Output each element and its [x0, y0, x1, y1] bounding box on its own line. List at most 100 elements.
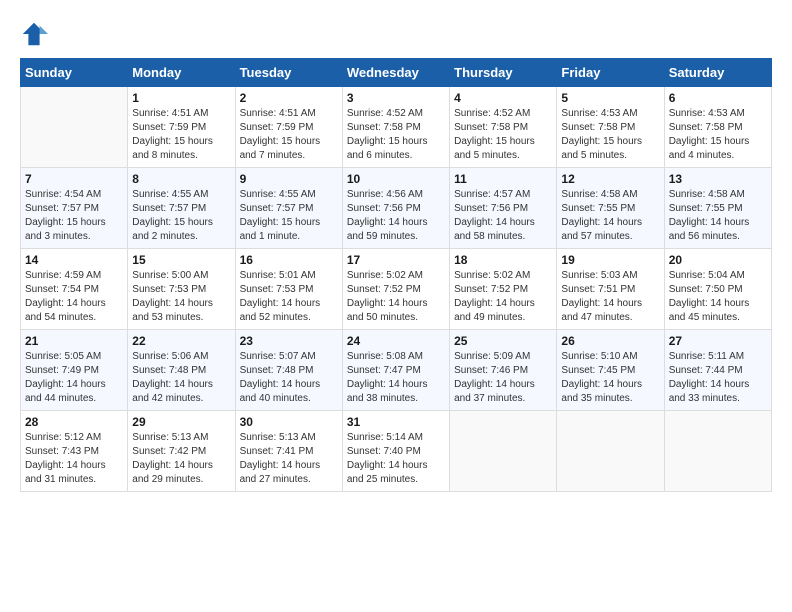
- weekday-header-wednesday: Wednesday: [342, 59, 449, 87]
- calendar-cell: 11Sunrise: 4:57 AMSunset: 7:56 PMDayligh…: [450, 168, 557, 249]
- day-number: 22: [132, 334, 230, 348]
- day-sun-info: Sunrise: 5:00 AMSunset: 7:53 PMDaylight:…: [132, 269, 230, 325]
- day-number: 1: [132, 91, 230, 105]
- calendar-cell: [21, 87, 128, 168]
- day-sun-info: Sunrise: 5:11 AMSunset: 7:44 PMDaylight:…: [669, 350, 767, 406]
- day-sun-info: Sunrise: 5:08 AMSunset: 7:47 PMDaylight:…: [347, 350, 445, 406]
- day-number: 17: [347, 253, 445, 267]
- day-sun-info: Sunrise: 5:07 AMSunset: 7:48 PMDaylight:…: [240, 350, 338, 406]
- calendar-cell: 27Sunrise: 5:11 AMSunset: 7:44 PMDayligh…: [664, 330, 771, 411]
- calendar-cell: 29 Sunrise: 5:13 AMSunset: 7:42 PMDayligh…: [128, 411, 235, 492]
- day-sun-info: Sunrise: 5:12 AMSunset: 7:43 PMDaylight:…: [25, 431, 123, 487]
- calendar-cell: 10Sunrise: 4:56 AMSunset: 7:56 PMDayligh…: [342, 168, 449, 249]
- day-sun-info: Sunrise: 4:55 AMSunset: 7:57 PMDaylight:…: [132, 188, 230, 244]
- day-sun-info: Sunrise: 4:55 AMSunset: 7:57 PMDaylight:…: [240, 188, 338, 244]
- calendar-cell: 6 Sunrise: 4:53 AMSunset: 7:58 PMDaylight…: [664, 87, 771, 168]
- calendar-cell: 31 Sunrise: 5:14 AMSunset: 7:40 PMDayligh…: [342, 411, 449, 492]
- weekday-header-row: SundayMondayTuesdayWednesdayThursdayFrid…: [21, 59, 772, 87]
- day-number: 28: [25, 415, 123, 429]
- calendar-week-row: 14Sunrise: 4:59 AMSunset: 7:54 PMDayligh…: [21, 249, 772, 330]
- calendar-cell: 9 Sunrise: 4:55 AMSunset: 7:57 PMDaylight…: [235, 168, 342, 249]
- day-sun-info: Sunrise: 5:14 AMSunset: 7:40 PMDaylight:…: [347, 431, 445, 487]
- calendar-cell: 23 Sunrise: 5:07 AMSunset: 7:48 PMDayligh…: [235, 330, 342, 411]
- day-sun-info: Sunrise: 4:52 AMSunset: 7:58 PMDaylight:…: [454, 107, 552, 163]
- day-number: 31: [347, 415, 445, 429]
- calendar-cell: [664, 411, 771, 492]
- day-sun-info: Sunrise: 5:01 AMSunset: 7:53 PMDaylight:…: [240, 269, 338, 325]
- day-number: 15: [132, 253, 230, 267]
- day-sun-info: Sunrise: 4:52 AMSunset: 7:58 PMDaylight:…: [347, 107, 445, 163]
- day-sun-info: Sunrise: 5:02 AMSunset: 7:52 PMDaylight:…: [454, 269, 552, 325]
- day-sun-info: Sunrise: 4:58 AMSunset: 7:55 PMDaylight:…: [669, 188, 767, 244]
- calendar-cell: 14Sunrise: 4:59 AMSunset: 7:54 PMDayligh…: [21, 249, 128, 330]
- logo: [20, 20, 52, 48]
- weekday-header-monday: Monday: [128, 59, 235, 87]
- day-number: 26: [561, 334, 659, 348]
- calendar-week-row: 28 Sunrise: 5:12 AMSunset: 7:43 PMDayligh…: [21, 411, 772, 492]
- calendar-cell: 26 Sunrise: 5:10 AMSunset: 7:45 PMDayligh…: [557, 330, 664, 411]
- day-number: 19: [561, 253, 659, 267]
- day-sun-info: Sunrise: 4:57 AMSunset: 7:56 PMDaylight:…: [454, 188, 552, 244]
- day-number: 12: [561, 172, 659, 186]
- weekday-header-tuesday: Tuesday: [235, 59, 342, 87]
- calendar-cell: 7Sunrise: 4:54 AMSunset: 7:57 PMDaylight…: [21, 168, 128, 249]
- calendar-cell: [557, 411, 664, 492]
- day-number: 16: [240, 253, 338, 267]
- page-header: [20, 20, 772, 48]
- calendar-cell: 16 Sunrise: 5:01 AMSunset: 7:53 PMDayligh…: [235, 249, 342, 330]
- calendar-week-row: 7Sunrise: 4:54 AMSunset: 7:57 PMDaylight…: [21, 168, 772, 249]
- weekday-header-sunday: Sunday: [21, 59, 128, 87]
- day-sun-info: Sunrise: 4:53 AMSunset: 7:58 PMDaylight:…: [561, 107, 659, 163]
- day-sun-info: Sunrise: 4:58 AMSunset: 7:55 PMDaylight:…: [561, 188, 659, 244]
- calendar-cell: 25 Sunrise: 5:09 AMSunset: 7:46 PMDayligh…: [450, 330, 557, 411]
- calendar-cell: 18Sunrise: 5:02 AMSunset: 7:52 PMDayligh…: [450, 249, 557, 330]
- calendar-cell: 19 Sunrise: 5:03 AMSunset: 7:51 PMDayligh…: [557, 249, 664, 330]
- calendar-week-row: 1 Sunrise: 4:51 AMSunset: 7:59 PMDaylight…: [21, 87, 772, 168]
- day-sun-info: Sunrise: 5:02 AMSunset: 7:52 PMDaylight:…: [347, 269, 445, 325]
- calendar-week-row: 21Sunrise: 5:05 AMSunset: 7:49 PMDayligh…: [21, 330, 772, 411]
- day-number: 24: [347, 334, 445, 348]
- calendar-cell: 4Sunrise: 4:52 AMSunset: 7:58 PMDaylight…: [450, 87, 557, 168]
- day-number: 21: [25, 334, 123, 348]
- day-sun-info: Sunrise: 5:06 AMSunset: 7:48 PMDaylight:…: [132, 350, 230, 406]
- day-number: 23: [240, 334, 338, 348]
- day-sun-info: Sunrise: 5:13 AMSunset: 7:41 PMDaylight:…: [240, 431, 338, 487]
- day-sun-info: Sunrise: 4:53 AMSunset: 7:58 PMDaylight:…: [669, 107, 767, 163]
- day-number: 5: [561, 91, 659, 105]
- day-number: 2: [240, 91, 338, 105]
- weekday-header-friday: Friday: [557, 59, 664, 87]
- calendar-cell: 28 Sunrise: 5:12 AMSunset: 7:43 PMDayligh…: [21, 411, 128, 492]
- day-number: 8: [132, 172, 230, 186]
- day-number: 29: [132, 415, 230, 429]
- logo-icon: [20, 20, 48, 48]
- calendar-cell: 8 Sunrise: 4:55 AMSunset: 7:57 PMDaylight…: [128, 168, 235, 249]
- weekday-header-thursday: Thursday: [450, 59, 557, 87]
- day-number: 6: [669, 91, 767, 105]
- calendar-cell: 12 Sunrise: 4:58 AMSunset: 7:55 PMDayligh…: [557, 168, 664, 249]
- calendar-cell: 5 Sunrise: 4:53 AMSunset: 7:58 PMDaylight…: [557, 87, 664, 168]
- day-sun-info: Sunrise: 5:03 AMSunset: 7:51 PMDaylight:…: [561, 269, 659, 325]
- day-number: 30: [240, 415, 338, 429]
- day-sun-info: Sunrise: 5:13 AMSunset: 7:42 PMDaylight:…: [132, 431, 230, 487]
- day-sun-info: Sunrise: 5:10 AMSunset: 7:45 PMDaylight:…: [561, 350, 659, 406]
- day-number: 20: [669, 253, 767, 267]
- calendar-cell: [450, 411, 557, 492]
- calendar-table: SundayMondayTuesdayWednesdayThursdayFrid…: [20, 58, 772, 492]
- day-number: 10: [347, 172, 445, 186]
- day-sun-info: Sunrise: 5:09 AMSunset: 7:46 PMDaylight:…: [454, 350, 552, 406]
- calendar-cell: 15 Sunrise: 5:00 AMSunset: 7:53 PMDayligh…: [128, 249, 235, 330]
- day-number: 13: [669, 172, 767, 186]
- day-sun-info: Sunrise: 5:04 AMSunset: 7:50 PMDaylight:…: [669, 269, 767, 325]
- day-sun-info: Sunrise: 4:59 AMSunset: 7:54 PMDaylight:…: [25, 269, 123, 325]
- day-number: 9: [240, 172, 338, 186]
- calendar-cell: 22 Sunrise: 5:06 AMSunset: 7:48 PMDayligh…: [128, 330, 235, 411]
- day-number: 25: [454, 334, 552, 348]
- calendar-cell: 13 Sunrise: 4:58 AMSunset: 7:55 PMDayligh…: [664, 168, 771, 249]
- calendar-cell: 1 Sunrise: 4:51 AMSunset: 7:59 PMDaylight…: [128, 87, 235, 168]
- calendar-cell: 24 Sunrise: 5:08 AMSunset: 7:47 PMDayligh…: [342, 330, 449, 411]
- day-sun-info: Sunrise: 4:51 AMSunset: 7:59 PMDaylight:…: [132, 107, 230, 163]
- calendar-cell: 20 Sunrise: 5:04 AMSunset: 7:50 PMDayligh…: [664, 249, 771, 330]
- calendar-cell: 21Sunrise: 5:05 AMSunset: 7:49 PMDayligh…: [21, 330, 128, 411]
- day-number: 3: [347, 91, 445, 105]
- calendar-cell: 3 Sunrise: 4:52 AMSunset: 7:58 PMDaylight…: [342, 87, 449, 168]
